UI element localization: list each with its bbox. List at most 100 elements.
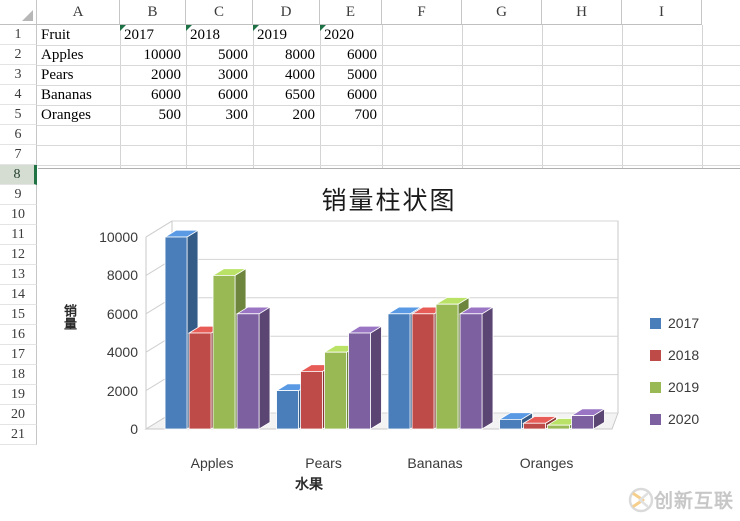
x-tick-label-bananas: Bananas bbox=[407, 455, 463, 471]
cell-E3[interactable]: 5000 bbox=[320, 65, 382, 85]
column-header-b[interactable]: B bbox=[120, 0, 186, 25]
column-header-d[interactable]: D bbox=[253, 0, 320, 25]
legend-swatch-2018 bbox=[650, 349, 661, 361]
legend-swatch-2020 bbox=[650, 413, 661, 425]
cell-C5[interactable]: 300 bbox=[186, 105, 253, 125]
cell-A2[interactable]: Apples bbox=[37, 45, 120, 65]
row-header-16[interactable]: 16 bbox=[0, 325, 37, 345]
cell-A3[interactable]: Pears bbox=[37, 65, 120, 85]
cell-B5[interactable]: 500 bbox=[120, 105, 186, 125]
row-header-17[interactable]: 17 bbox=[0, 345, 37, 365]
cell-value: 6000 bbox=[347, 46, 377, 63]
cell-value: 5000 bbox=[218, 46, 248, 63]
cell-value: 6000 bbox=[347, 86, 377, 103]
cell-value: 500 bbox=[158, 106, 182, 123]
chart-title: 销量柱状图 bbox=[321, 186, 457, 215]
cell-E4[interactable]: 6000 bbox=[320, 85, 382, 105]
cell-value: 6000 bbox=[151, 86, 181, 103]
bar-bananas-2020[interactable] bbox=[458, 306, 495, 430]
cell-value: 2020 bbox=[324, 26, 354, 43]
row-header-14[interactable]: 14 bbox=[0, 285, 37, 305]
row-header-1[interactable]: 1 bbox=[0, 25, 37, 45]
spreadsheet-application: ABCDEFGHI 1 2 3 4 5 6 7 8 9 10 11 12 13 14 15 16 17 18 19 2… bbox=[0, 0, 740, 521]
y-tick-label: 2000 bbox=[106, 382, 138, 399]
cell-value: 2018 bbox=[190, 26, 220, 43]
column-header-g[interactable]: G bbox=[462, 0, 542, 25]
cell-C4[interactable]: 6000 bbox=[186, 85, 253, 105]
select-all-corner[interactable] bbox=[0, 0, 37, 25]
cell-error-indicator-icon bbox=[186, 25, 192, 31]
row-header-9[interactable]: 9 bbox=[0, 185, 37, 205]
cell-E1[interactable]: 2020 bbox=[320, 25, 382, 45]
cell-value: 4000 bbox=[285, 66, 315, 83]
legend-label-2019: 2019 bbox=[668, 379, 700, 395]
cell-B3[interactable]: 2000 bbox=[120, 65, 186, 85]
cell-B1[interactable]: 2017 bbox=[120, 25, 186, 45]
legend-label-2020: 2020 bbox=[668, 411, 700, 427]
column-header-c[interactable]: C bbox=[186, 0, 253, 25]
column-header-a[interactable]: A bbox=[37, 0, 120, 25]
row-header-12[interactable]: 12 bbox=[0, 245, 37, 265]
cell-D4[interactable]: 6500 bbox=[253, 85, 320, 105]
row-header-13[interactable]: 13 bbox=[0, 265, 37, 285]
legend-label-2017: 2017 bbox=[668, 315, 700, 331]
cell-value: 2017 bbox=[124, 26, 154, 43]
cell-D5[interactable]: 200 bbox=[253, 105, 320, 125]
legend-label-2018: 2018 bbox=[668, 347, 700, 363]
cell-value: 8000 bbox=[285, 46, 315, 63]
cell-C2[interactable]: 5000 bbox=[186, 45, 253, 65]
column-header-h[interactable]: H bbox=[542, 0, 622, 25]
bar-apples-2020[interactable] bbox=[235, 306, 272, 430]
row-header-2[interactable]: 2 bbox=[0, 45, 37, 65]
column-header-e[interactable]: E bbox=[320, 0, 382, 25]
row-header-10[interactable]: 10 bbox=[0, 205, 37, 225]
row-header-18[interactable]: 18 bbox=[0, 365, 37, 385]
watermark-text: 创新互联 bbox=[653, 490, 734, 512]
cell-B4[interactable]: 6000 bbox=[120, 85, 186, 105]
row-header-6[interactable]: 6 bbox=[0, 125, 37, 145]
y-tick-label: 8000 bbox=[106, 267, 138, 284]
row-header-21[interactable]: 21 bbox=[0, 425, 37, 445]
legend-item-2020[interactable]: 2020 bbox=[650, 403, 722, 435]
watermark-logo-icon bbox=[628, 487, 654, 512]
legend-item-2017[interactable]: 2017 bbox=[650, 307, 722, 339]
row-header-7[interactable]: 7 bbox=[0, 145, 37, 165]
chart-legend[interactable]: 2017 2018 2019 2020 bbox=[650, 307, 722, 435]
row-header-3[interactable]: 3 bbox=[0, 65, 37, 85]
bar-pears-2020[interactable] bbox=[347, 325, 383, 430]
cell-value: 2019 bbox=[257, 26, 287, 43]
legend-swatch-2019 bbox=[650, 381, 661, 393]
row-header-4[interactable]: 4 bbox=[0, 85, 37, 105]
cell-E2[interactable]: 6000 bbox=[320, 45, 382, 65]
cell-value: 200 bbox=[292, 106, 316, 123]
cell-error-indicator-icon bbox=[320, 25, 326, 31]
row-header-11[interactable]: 11 bbox=[0, 225, 37, 245]
row-header-20[interactable]: 20 bbox=[0, 405, 37, 425]
cell-E5[interactable]: 700 bbox=[320, 105, 382, 125]
cell-D2[interactable]: 8000 bbox=[253, 45, 320, 65]
row-header-15[interactable]: 15 bbox=[0, 305, 37, 325]
column-header-i[interactable]: I bbox=[622, 0, 702, 25]
cell-D1[interactable]: 2019 bbox=[253, 25, 320, 45]
grid-line-horizontal bbox=[37, 165, 740, 166]
column-header-f[interactable]: F bbox=[382, 0, 462, 25]
cell-A5[interactable]: Oranges bbox=[37, 105, 120, 125]
row-header-5[interactable]: 5 bbox=[0, 105, 37, 125]
x-tick-label-pears: Pears bbox=[305, 455, 342, 471]
cell-C3[interactable]: 3000 bbox=[186, 65, 253, 85]
cell-value: 300 bbox=[225, 106, 249, 123]
cell-A1[interactable]: Fruit bbox=[37, 25, 120, 45]
embedded-chart[interactable]: 销量柱状图 销量 水果 0 2000 4000 6000 8000 10000 Apple… bbox=[38, 168, 740, 521]
legend-item-2019[interactable]: 2019 bbox=[650, 371, 722, 403]
y-tick-label: 0 bbox=[130, 421, 138, 437]
cell-B2[interactable]: 10000 bbox=[120, 45, 186, 65]
cell-D3[interactable]: 4000 bbox=[253, 65, 320, 85]
grid-line-vertical bbox=[542, 25, 543, 168]
grid-line-vertical bbox=[382, 25, 383, 168]
row-header-19[interactable]: 19 bbox=[0, 385, 37, 405]
cell-C1[interactable]: 2018 bbox=[186, 25, 253, 45]
cell-value: Oranges bbox=[41, 106, 91, 123]
legend-item-2018[interactable]: 2018 bbox=[650, 339, 722, 371]
cell-A4[interactable]: Bananas bbox=[37, 85, 120, 105]
row-header-8[interactable]: 8 bbox=[0, 165, 37, 185]
